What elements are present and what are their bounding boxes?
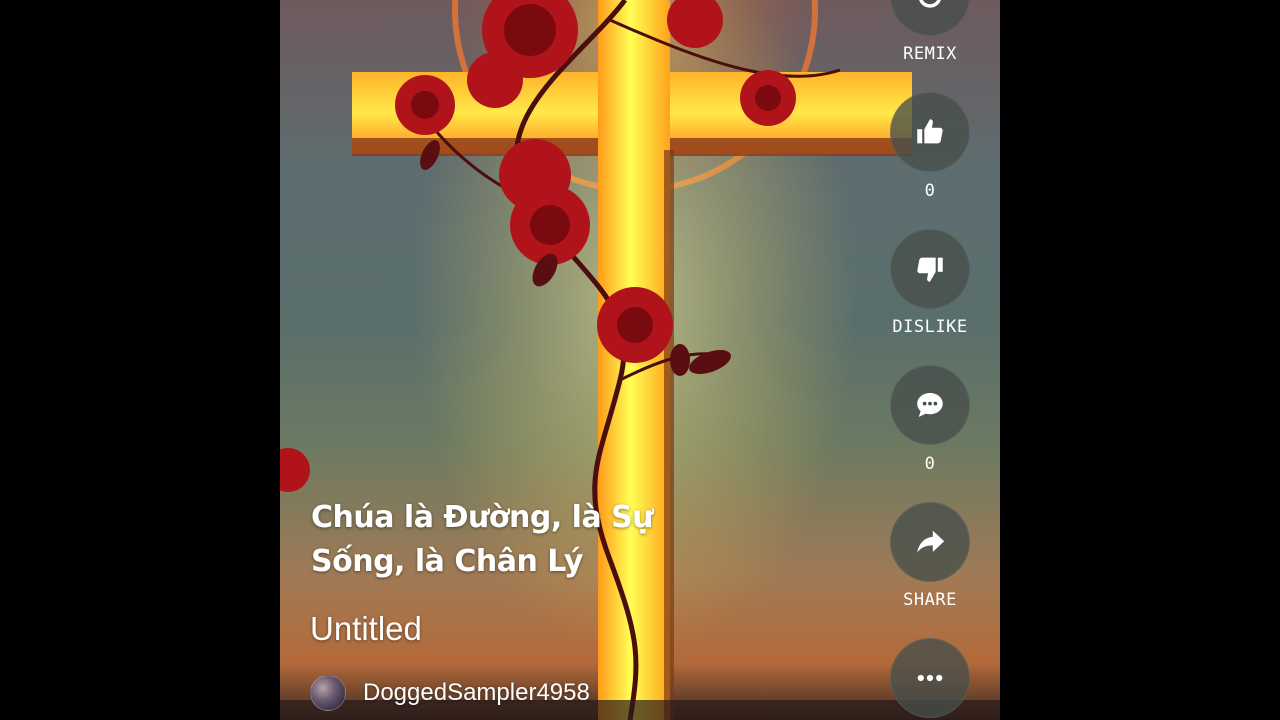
comment-bubble-icon (917, 392, 943, 418)
author-row[interactable]: DoggedSampler4958 (310, 674, 590, 712)
like-count: 0 (924, 181, 936, 201)
avatar[interactable] (310, 675, 346, 711)
video-caption: Chúa là Đường, là Sự Sống, là Chân Lý (311, 496, 711, 584)
more-options-button[interactable] (890, 638, 970, 718)
remix-button[interactable] (890, 0, 970, 36)
dislike-label: DISLIKE (892, 317, 968, 337)
thumbs-up-icon (917, 119, 943, 144)
action-rail: REMIX 0 DISLIKE 0 SHARE (890, 0, 970, 720)
dislike-button[interactable] (890, 229, 970, 309)
thumbs-down-icon (917, 257, 943, 282)
player-stage: Chúa là Đường, là Sự Sống, là Chân Lý Un… (0, 0, 1280, 720)
like-button[interactable] (890, 92, 970, 172)
caption-line-1: Chúa là Đường, là Sự (311, 500, 654, 535)
share-arrow-icon (917, 530, 945, 553)
comment-button[interactable] (890, 365, 970, 445)
comment-count: 0 (924, 454, 936, 474)
author-name[interactable]: DoggedSampler4958 (363, 679, 590, 707)
caption-line-2: Sống, là Chân Lý (311, 544, 583, 579)
more-dots-icon (917, 674, 943, 682)
refresh-icon (919, 0, 941, 8)
share-label: SHARE (903, 590, 957, 610)
share-button[interactable] (890, 502, 970, 582)
remix-label: REMIX (903, 44, 957, 64)
song-title[interactable]: Untitled (310, 610, 422, 648)
